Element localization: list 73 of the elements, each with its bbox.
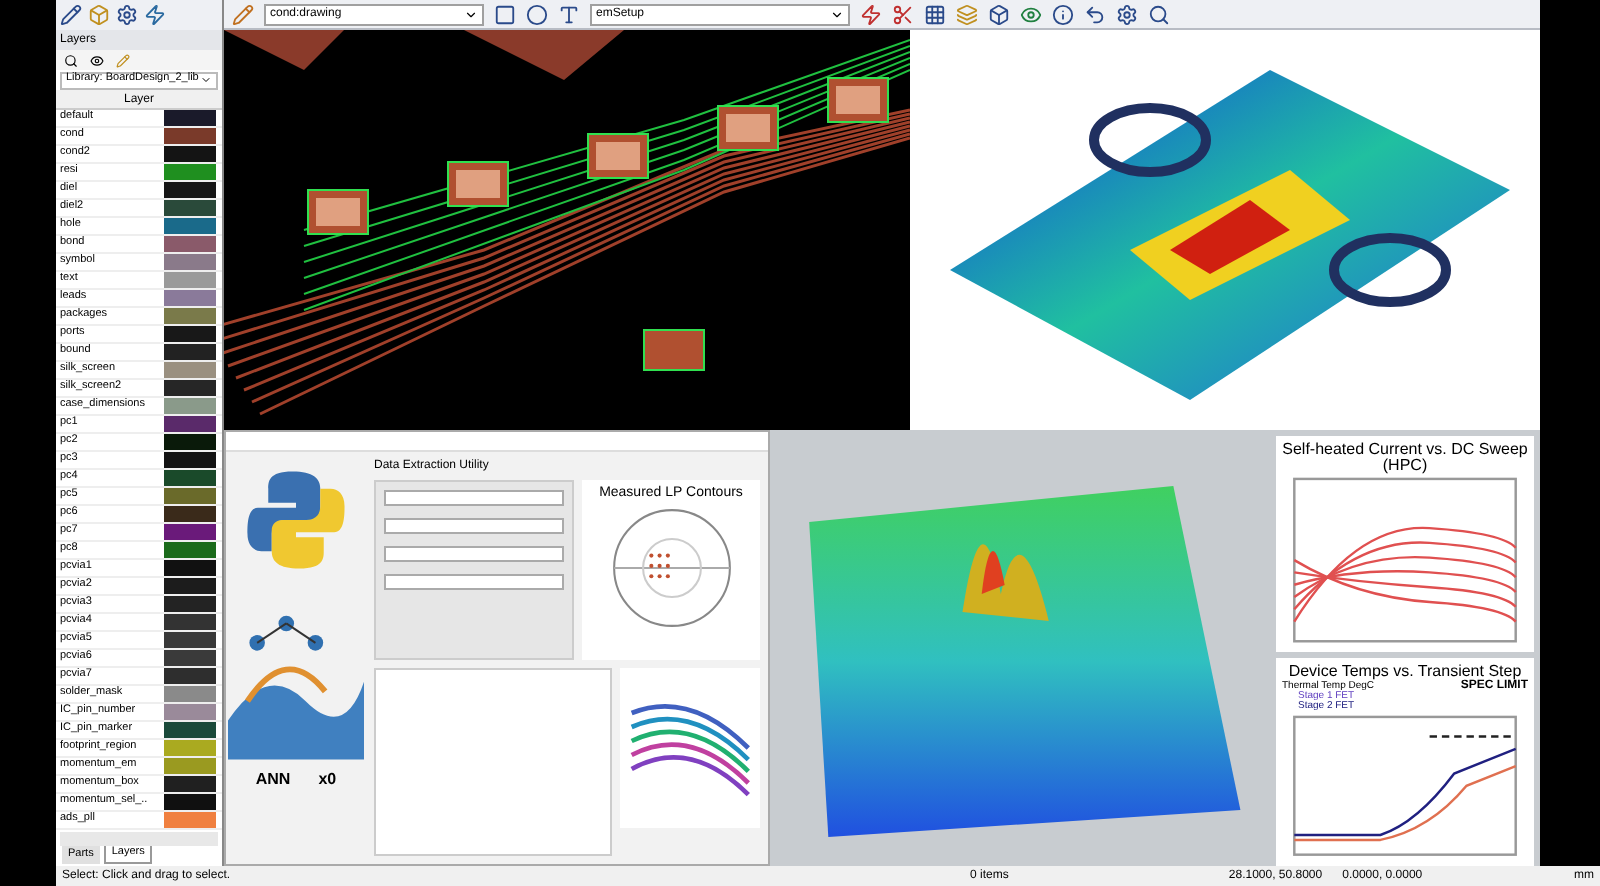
layer-swatch[interactable] xyxy=(164,200,216,216)
layer-swatch[interactable] xyxy=(164,470,216,486)
pencil-icon[interactable] xyxy=(232,3,254,25)
axis-label: x0 xyxy=(318,772,337,788)
layer-swatch[interactable] xyxy=(164,488,216,504)
layer-swatch[interactable] xyxy=(164,812,216,828)
undo-icon[interactable] xyxy=(1084,3,1106,25)
layer-swatch[interactable] xyxy=(164,542,216,558)
scissors-icon[interactable] xyxy=(892,3,914,25)
search-icon[interactable] xyxy=(1148,3,1170,25)
layer-swatch[interactable] xyxy=(164,524,216,540)
input-field[interactable] xyxy=(384,574,564,590)
lightning-icon[interactable] xyxy=(860,3,882,25)
layer-swatch[interactable] xyxy=(164,596,216,612)
layer-swatch[interactable] xyxy=(164,434,216,450)
layer-swatch[interactable] xyxy=(164,236,216,252)
lightning-icon[interactable] xyxy=(144,4,166,26)
layer-swatch[interactable] xyxy=(164,686,216,702)
settings-icon[interactable] xyxy=(116,4,138,26)
polar-plot-drawing xyxy=(609,506,733,630)
layer-swatch[interactable] xyxy=(164,452,216,468)
layers-icon[interactable] xyxy=(956,3,978,25)
layer-swatch[interactable] xyxy=(164,578,216,594)
eye-icon[interactable] xyxy=(90,53,104,67)
layer-swatch[interactable] xyxy=(164,722,216,738)
caret-icon xyxy=(464,7,478,21)
layer-swatch[interactable] xyxy=(164,794,216,810)
layer-swatch[interactable] xyxy=(164,344,216,360)
cube-icon[interactable] xyxy=(988,3,1010,25)
layer-swatch[interactable] xyxy=(164,506,216,522)
layer-swatch[interactable] xyxy=(164,308,216,324)
layer-swatch[interactable] xyxy=(164,776,216,792)
layer-swatch[interactable] xyxy=(164,254,216,270)
layer-swatch[interactable] xyxy=(164,560,216,576)
info-icon[interactable] xyxy=(1052,3,1074,25)
caret-icon xyxy=(200,74,212,86)
square-icon[interactable] xyxy=(494,3,516,25)
layer-swatch[interactable] xyxy=(164,704,216,720)
caret-icon xyxy=(830,7,844,21)
layer-swatch[interactable] xyxy=(164,614,216,630)
layer-swatch[interactable] xyxy=(164,668,216,684)
layer-swatch[interactable] xyxy=(164,128,216,144)
layer-swatch[interactable] xyxy=(164,164,216,180)
input-field[interactable] xyxy=(384,490,564,506)
input-field[interactable] xyxy=(384,518,564,534)
layer-swatch[interactable] xyxy=(164,740,216,756)
text-icon[interactable] xyxy=(558,3,580,25)
text-area[interactable] xyxy=(374,668,612,856)
layer-swatch[interactable] xyxy=(164,218,216,234)
chart-title: Device Temps vs. Transient Step xyxy=(1288,664,1522,681)
circle-icon[interactable] xyxy=(526,3,548,25)
pencil-icon[interactable] xyxy=(60,4,82,26)
grid-icon[interactable] xyxy=(924,3,946,25)
scrollbar[interactable] xyxy=(60,832,218,846)
layer-swatch[interactable] xyxy=(164,758,216,774)
layer-swatch[interactable] xyxy=(164,416,216,432)
network-label: ANN xyxy=(255,772,291,788)
search-icon[interactable] xyxy=(64,53,78,67)
layer-swatch[interactable] xyxy=(164,650,216,666)
settings-icon[interactable] xyxy=(1116,3,1138,25)
layer-swatch[interactable] xyxy=(164,632,216,648)
layer-swatch[interactable] xyxy=(164,146,216,162)
layer-swatch[interactable] xyxy=(164,380,216,396)
layer-swatch[interactable] xyxy=(164,326,216,342)
input-field[interactable] xyxy=(384,546,564,562)
python-logo-icon xyxy=(244,468,348,572)
layer-swatch[interactable] xyxy=(164,182,216,198)
layer-swatch[interactable] xyxy=(164,110,216,126)
layer-swatch[interactable] xyxy=(164,290,216,306)
layer-swatch[interactable] xyxy=(164,272,216,288)
chart-title: Self-heated Current vs. DC Sweep (HPC) xyxy=(1282,442,1528,474)
layer-swatch[interactable] xyxy=(164,398,216,414)
layer-swatch[interactable] xyxy=(164,362,216,378)
